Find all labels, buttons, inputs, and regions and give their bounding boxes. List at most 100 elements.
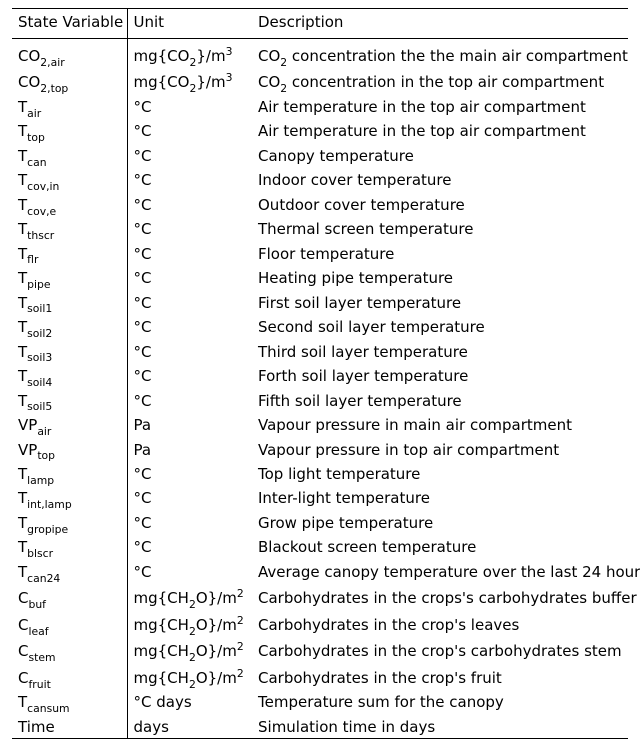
cell-variable: Tsoil3 [12, 341, 127, 365]
cell-description: Top light temperature [252, 463, 628, 487]
table-row: Tblscr°CBlackout screen temperature [12, 537, 628, 561]
cell-description: First soil layer temperature [252, 292, 628, 316]
table-row: CO2,topmg{CO2}/m3CO2 concentration in th… [12, 70, 628, 96]
cell-variable: Tcov,in [12, 170, 127, 194]
cell-description: Floor temperature [252, 243, 628, 267]
cell-variable: VPair [12, 415, 127, 439]
cell-description: Second soil layer temperature [252, 317, 628, 341]
table-row: Tflr°CFloor temperature [12, 243, 628, 267]
cell-unit: °C [127, 317, 252, 341]
cell-description: Forth soil layer temperature [252, 366, 628, 390]
cell-unit: °C [127, 341, 252, 365]
cell-variable: Tsoil5 [12, 390, 127, 414]
cell-unit: °C [127, 243, 252, 267]
cell-variable: Time [12, 716, 127, 738]
cell-variable: Tcansum [12, 692, 127, 716]
cell-description: Vapour pressure in top air compartment [252, 439, 628, 463]
cell-unit: °C [127, 96, 252, 120]
cell-unit: °C days [127, 692, 252, 716]
cell-description: Simulation time in days [252, 716, 628, 738]
cell-variable: CO2,top [12, 70, 127, 96]
cell-unit: °C [127, 170, 252, 194]
table-row: Tthscr°CThermal screen temperature [12, 219, 628, 243]
cell-variable: Cbuf [12, 586, 127, 612]
table-row: TimedaysSimulation time in days [12, 716, 628, 738]
col-header-description: Description [252, 9, 628, 39]
cell-description: Inter-light temperature [252, 488, 628, 512]
cell-description: Indoor cover temperature [252, 170, 628, 194]
cell-variable: CO2,air [12, 38, 127, 69]
cell-variable: Tcan [12, 145, 127, 169]
cell-variable: Tint,lamp [12, 488, 127, 512]
table-body: CO2,airmg{CO2}/m3CO2 concentration the t… [12, 38, 628, 738]
table-row: Cstemmg{CH2O}/m2Carbohydrates in the cro… [12, 639, 628, 665]
cell-unit: mg{CH2O}/m2 [127, 639, 252, 665]
cell-description: Canopy temperature [252, 145, 628, 169]
cell-unit: °C [127, 463, 252, 487]
cell-variable: Tsoil2 [12, 317, 127, 341]
cell-description: Carbohydrates in the crop's leaves [252, 612, 628, 638]
cell-unit: °C [127, 219, 252, 243]
table-row: Tsoil1°CFirst soil layer temperature [12, 292, 628, 316]
cell-description: Carbohydrates in the crops's carbohydrat… [252, 586, 628, 612]
table-row: Tsoil2°CSecond soil layer temperature [12, 317, 628, 341]
cell-unit: °C [127, 512, 252, 536]
cell-unit: days [127, 716, 252, 738]
table-row: Tcan°CCanopy temperature [12, 145, 628, 169]
cell-description: Third soil layer temperature [252, 341, 628, 365]
cell-unit: mg{CH2O}/m2 [127, 586, 252, 612]
table-row: Ttop°CAir temperature in the top air com… [12, 121, 628, 145]
cell-variable: Tpipe [12, 268, 127, 292]
cell-unit: °C [127, 488, 252, 512]
cell-description: Average canopy temperature over the last… [252, 561, 628, 585]
cell-unit: °C [127, 268, 252, 292]
cell-unit: °C [127, 194, 252, 218]
cell-unit: °C [127, 145, 252, 169]
table-row: Tpipe°CHeating pipe temperature [12, 268, 628, 292]
cell-variable: Tflr [12, 243, 127, 267]
table-row: Tint,lamp°CInter-light temperature [12, 488, 628, 512]
table-row: Tsoil5°CFifth soil layer temperature [12, 390, 628, 414]
cell-unit: °C [127, 561, 252, 585]
cell-variable: Tcan24 [12, 561, 127, 585]
table-row: Tsoil3°CThird soil layer temperature [12, 341, 628, 365]
cell-variable: Tsoil4 [12, 366, 127, 390]
cell-description: CO2 concentration the the main air compa… [252, 38, 628, 69]
table-row: Tcan24°CAverage canopy temperature over … [12, 561, 628, 585]
col-header-variable: State Variable [12, 9, 127, 39]
cell-unit: °C [127, 537, 252, 561]
cell-variable: Tthscr [12, 219, 127, 243]
cell-description: Air temperature in the top air compartme… [252, 96, 628, 120]
table-row: CO2,airmg{CO2}/m3CO2 concentration the t… [12, 38, 628, 69]
cell-variable: Tlamp [12, 463, 127, 487]
cell-unit: mg{CH2O}/m2 [127, 612, 252, 638]
cell-unit: mg{CH2O}/m2 [127, 665, 252, 691]
cell-description: Carbohydrates in the crop's fruit [252, 665, 628, 691]
cell-variable: Cstem [12, 639, 127, 665]
table-row: Tcov,e°COutdoor cover temperature [12, 194, 628, 218]
cell-variable: Ttop [12, 121, 127, 145]
state-variable-table: State Variable Unit Description CO2,airm… [12, 8, 628, 739]
cell-description: CO2 concentration in the top air compart… [252, 70, 628, 96]
cell-description: Fifth soil layer temperature [252, 390, 628, 414]
table-row: Tcansum°C daysTemperature sum for the ca… [12, 692, 628, 716]
cell-unit: °C [127, 366, 252, 390]
table-row: Cbufmg{CH2O}/m2Carbohydrates in the crop… [12, 586, 628, 612]
cell-unit: °C [127, 292, 252, 316]
cell-unit: °C [127, 121, 252, 145]
col-header-unit: Unit [127, 9, 252, 39]
cell-unit: mg{CO2}/m3 [127, 70, 252, 96]
cell-variable: Cleaf [12, 612, 127, 638]
cell-description: Blackout screen temperature [252, 537, 628, 561]
cell-description: Outdoor cover temperature [252, 194, 628, 218]
cell-description: Grow pipe temperature [252, 512, 628, 536]
table-row: Tlamp°CTop light temperature [12, 463, 628, 487]
cell-description: Carbohydrates in the crop's carbohydrate… [252, 639, 628, 665]
cell-unit: mg{CO2}/m3 [127, 38, 252, 69]
table-row: Cleafmg{CH2O}/m2Carbohydrates in the cro… [12, 612, 628, 638]
cell-description: Vapour pressure in main air compartment [252, 415, 628, 439]
cell-variable: Cfruit [12, 665, 127, 691]
cell-description: Temperature sum for the canopy [252, 692, 628, 716]
table-row: Tcov,in°CIndoor cover temperature [12, 170, 628, 194]
cell-variable: Tblscr [12, 537, 127, 561]
